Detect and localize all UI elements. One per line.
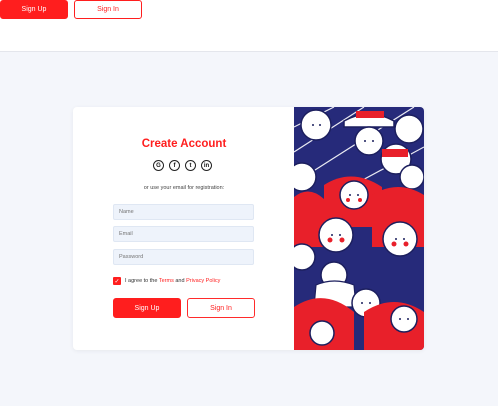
linkedin-icon[interactable]: in	[201, 160, 212, 171]
terms-agreement: ✓ I agree to the Terms and Privacy Polic…	[113, 277, 220, 285]
registration-subtext: or use your email for registration:	[143, 185, 225, 191]
crowd-illustration	[294, 107, 424, 350]
signup-button[interactable]: Sign Up	[113, 298, 181, 318]
agree-prefix: I agree to the	[125, 278, 158, 284]
signup-card: Create Account G f t in or use your emai…	[73, 107, 424, 350]
google-icon[interactable]: G	[153, 160, 164, 171]
agree-and: and	[175, 278, 185, 284]
top-signup-button[interactable]: Sign Up	[0, 0, 68, 19]
privacy-policy-link[interactable]: Privacy Policy	[186, 278, 220, 284]
top-bar: Sign Up Sign In	[0, 0, 498, 52]
form-title: Create Account	[141, 138, 227, 150]
signin-button[interactable]: Sign In	[187, 298, 255, 318]
terms-link[interactable]: Terms	[159, 278, 174, 284]
facebook-icon[interactable]: f	[169, 160, 180, 171]
email-input[interactable]	[113, 226, 254, 242]
password-input[interactable]	[113, 249, 254, 265]
twitter-icon[interactable]: t	[185, 160, 196, 171]
top-signin-button[interactable]: Sign In	[74, 0, 142, 19]
agree-checkbox[interactable]: ✓	[113, 277, 121, 285]
social-buttons: G f t in	[153, 160, 212, 171]
name-input[interactable]	[113, 204, 254, 220]
